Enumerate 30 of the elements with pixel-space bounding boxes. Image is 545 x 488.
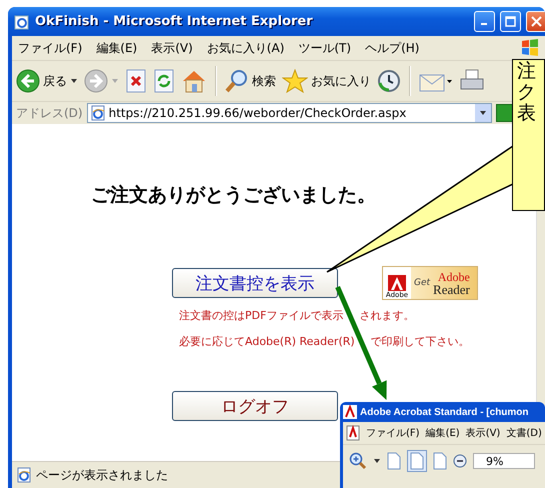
adobe-label: Adobe <box>438 270 470 282</box>
status-text: ページが表示されました <box>36 466 168 484</box>
get-label: Get <box>414 278 430 288</box>
toolbar-label[interactable]: お気に入り <box>311 72 371 90</box>
address-field[interactable]: https://210.251.99.66/weborder/CheckOrder.aspx <box>86 103 492 123</box>
menu-item[interactable]: 編集(E) <box>96 40 138 56</box>
window-title: OkFinish - Microsoft Internet Explorer <box>35 14 314 29</box>
zoom-field[interactable]: 9% <box>473 453 535 469</box>
menu-item[interactable]: 表示(V) <box>466 426 500 440</box>
pdf-note: 必要に応じてAdobe(R) Reader(R)で印刷して下さい。 <box>179 334 470 349</box>
callout-text: 注 <box>517 61 537 82</box>
address-label: アドレス(D) <box>16 104 83 122</box>
menu-item[interactable]: 文書(D) <box>506 426 542 440</box>
callout-text: ク <box>517 82 537 103</box>
toolbar-label[interactable]: 検索 <box>252 72 276 90</box>
callout-text: 表 <box>517 103 537 124</box>
reader-label: Reader <box>433 282 470 296</box>
thank-you-heading: ご注文ありがとうございました。 <box>91 183 376 208</box>
menu-item[interactable]: ファイル(F) <box>18 40 82 56</box>
window-title: Adobe Acrobat Standard - [chumon <box>360 406 529 418</box>
menu-item[interactable]: ヘルプ(H) <box>365 40 420 56</box>
menu-item[interactable]: お気に入り(A) <box>206 40 284 56</box>
menu-item[interactable]: ファイル(F) <box>366 426 420 440</box>
logoff-button[interactable]: ログオフ <box>172 391 338 421</box>
menu-item[interactable]: ツール(T) <box>298 40 352 56</box>
menu-item[interactable]: 編集(E) <box>426 426 460 440</box>
toolbar-label[interactable]: 戻る <box>43 72 67 90</box>
pdf-note: 注文書の控はPDFファイルで表示されます。 <box>179 308 414 323</box>
show-order-button[interactable]: 注文書控を表示 <box>172 268 338 298</box>
menu-item[interactable]: 表示(V) <box>151 40 193 56</box>
